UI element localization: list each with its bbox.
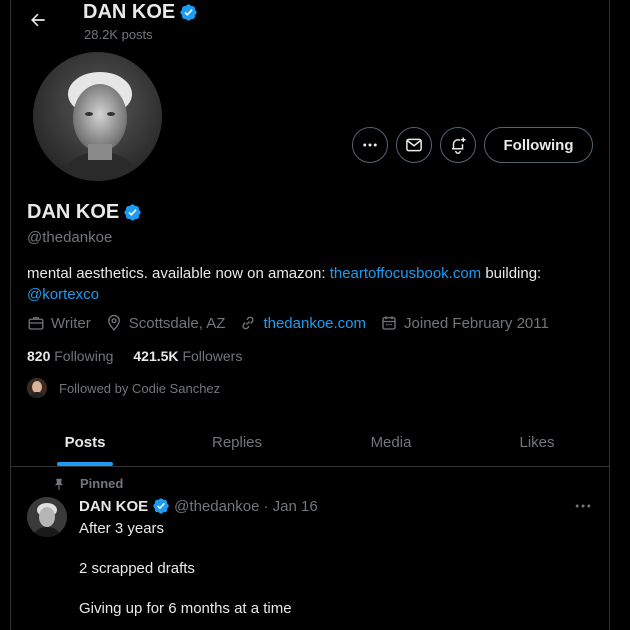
following-label: Following: [54, 348, 114, 364]
tab-posts[interactable]: Posts: [11, 417, 159, 467]
joined-item: Joined February 2011: [380, 314, 549, 332]
profile-meta: Writer Scottsdale, AZ thedankoe.com Join…: [27, 314, 563, 332]
notifications-button[interactable]: [440, 127, 476, 163]
occupation-text: Writer: [51, 314, 91, 332]
post-author-handle[interactable]: @thedankoe: [174, 498, 259, 515]
envelope-icon: [406, 138, 422, 152]
followed-by[interactable]: Followed by Codie Sanchez: [27, 378, 220, 398]
pinned-label: Pinned: [52, 476, 123, 491]
link-icon: [242, 316, 255, 330]
bio-text-building: building:: [481, 265, 542, 282]
follower-avatar: [27, 378, 47, 398]
followers-label: Followers: [182, 348, 243, 364]
pinned-text: Pinned: [80, 476, 124, 491]
more-dots-icon: [363, 143, 377, 147]
profile-name-text: DAN KOE: [27, 201, 120, 223]
bio-link[interactable]: theartoffocusbook.com: [330, 265, 481, 282]
back-arrow-icon[interactable]: [28, 10, 48, 30]
pin-icon: [54, 478, 64, 490]
following-count: 820: [27, 348, 51, 364]
more-options-button[interactable]: [352, 127, 388, 163]
follow-counts: 820 Following 421.5K Followers: [27, 348, 242, 364]
following-count-link[interactable]: 820 Following: [27, 348, 113, 364]
verified-badge-icon: [153, 498, 169, 514]
bell-plus-icon: [452, 137, 466, 154]
following-button[interactable]: Following: [484, 127, 593, 163]
header-posts-count: 28.2K posts: [84, 27, 153, 42]
joined-text: Joined February 2011: [404, 314, 549, 332]
website-link[interactable]: thedankoe.com: [263, 315, 366, 332]
post-date[interactable]: · Jan 16: [263, 498, 317, 515]
post-text-line: After 3 years: [79, 520, 165, 537]
post-header: DAN KOE @thedankoe · Jan 16: [79, 497, 318, 515]
post-text-line: Giving up for 6 months at a time: [79, 600, 292, 617]
post-text-line: 2 scrapped drafts: [79, 560, 195, 577]
profile-tabs: Posts Replies Media Likes: [11, 417, 609, 467]
tab-replies[interactable]: Replies: [163, 417, 311, 467]
post-author-avatar[interactable]: [27, 497, 67, 537]
followers-count-link[interactable]: 421.5K Followers: [133, 348, 242, 364]
active-tab-indicator: [57, 462, 113, 466]
header-name: DAN KOE: [83, 1, 176, 23]
website-item[interactable]: thedankoe.com: [239, 314, 366, 332]
post-more-icon[interactable]: [573, 496, 593, 516]
profile-name: DAN KOE: [27, 201, 142, 224]
bio-mention-link[interactable]: @kortexco: [27, 286, 99, 303]
header-title: DAN KOE: [83, 1, 198, 24]
tab-media[interactable]: Media: [317, 417, 465, 467]
location-pin-icon: [107, 314, 120, 331]
verified-badge-icon[interactable]: [123, 203, 142, 222]
briefcase-icon: [28, 317, 44, 330]
calendar-icon: [382, 316, 396, 330]
location-item: Scottsdale, AZ: [105, 314, 226, 332]
profile-bio: mental aesthetics. available now on amaz…: [27, 263, 587, 305]
post-author-name[interactable]: DAN KOE: [79, 498, 148, 515]
followers-count: 421.5K: [133, 348, 179, 364]
profile-avatar[interactable]: [30, 49, 165, 184]
occupation-item: Writer: [27, 314, 91, 332]
followed-by-text: Followed by Codie Sanchez: [59, 380, 221, 396]
profile-handle: @thedankoe: [27, 229, 113, 246]
location-text: Scottsdale, AZ: [128, 314, 226, 332]
message-button[interactable]: [396, 127, 432, 163]
tab-likes[interactable]: Likes: [463, 417, 611, 467]
verified-badge-icon: [180, 4, 197, 21]
bio-text: mental aesthetics. available now on amaz…: [27, 265, 330, 282]
